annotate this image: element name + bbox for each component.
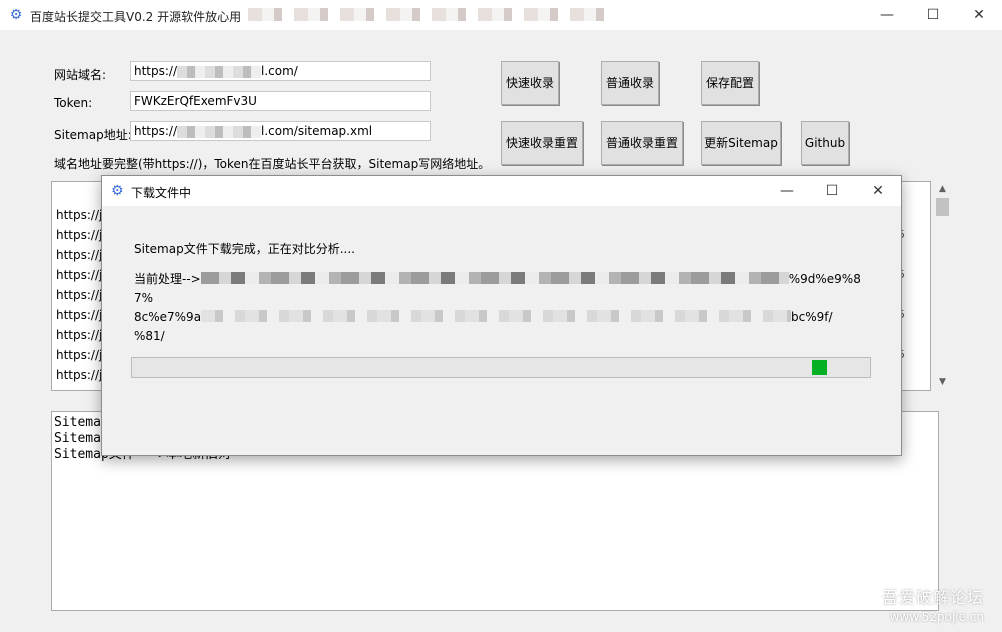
save-config-button[interactable]: 保存配置: [701, 61, 759, 105]
list-item[interactable]: https://j: [56, 268, 102, 282]
dialog-title: 下载文件中: [131, 186, 192, 200]
update-sitemap-button[interactable]: 更新Sitemap: [701, 121, 781, 165]
github-button[interactable]: Github: [801, 121, 849, 165]
close-button[interactable]: ✕: [956, 0, 1002, 30]
main-title-bar[interactable]: ⚙ 百度站长提交工具V0.2 开源软件放心用 — ☐ ✕: [0, 0, 1002, 30]
title-redacted: [248, 8, 608, 21]
minimize-button[interactable]: —: [864, 0, 910, 30]
token-label: Token:: [54, 96, 93, 110]
normal-reset-button[interactable]: 普通收录重置: [601, 121, 683, 165]
status-message: Sitemap文件下载完成，正在对比分析....: [134, 242, 355, 256]
watermark-line2: www.52pojie.cn: [889, 610, 985, 624]
watermark-line1: 吾爱破解论坛: [882, 588, 985, 607]
token-input[interactable]: FWKzErQfExemFv3U: [130, 91, 431, 111]
redacted-text: [177, 125, 262, 138]
gear-icon: ⚙: [111, 183, 124, 199]
list-item[interactable]: https://j: [56, 248, 102, 262]
domain-label: 网站域名:: [54, 68, 107, 82]
dialog-close-button[interactable]: ✕: [855, 176, 901, 206]
hint-text: 域名地址要完整(带https://)，Token在百度站长平台获取，Sitema…: [54, 157, 491, 171]
list-item[interactable]: https://j: [56, 328, 102, 342]
scroll-down-icon[interactable]: ▼: [934, 374, 951, 391]
dialog-maximize-button[interactable]: ☐: [809, 176, 855, 206]
url-list-scrollbar[interactable]: ▲ ▼: [934, 181, 951, 391]
dialog-title-bar[interactable]: ⚙ 下载文件中 — ☐ ✕: [102, 176, 901, 206]
redacted-text: [201, 310, 792, 322]
processing-seg3: bc%9f/: [791, 310, 833, 324]
redacted-text: [177, 65, 262, 78]
list-item[interactable]: https://j: [56, 228, 102, 242]
list-item[interactable]: https://j: [56, 348, 102, 362]
processing-text: 当前处理--> %9d%e9%87% 8c%e7%9a bc%9f/ %81/: [134, 270, 874, 346]
domain-value-end: l.com/: [261, 64, 298, 78]
scroll-thumb[interactable]: [936, 198, 949, 216]
list-item[interactable]: https://j: [56, 288, 102, 302]
progress-bar: [131, 357, 871, 378]
sitemap-label: Sitemap地址:: [54, 128, 132, 142]
processing-seg2: 8c%e7%9a: [134, 310, 202, 324]
domain-input[interactable]: https:// l.com/: [130, 61, 431, 81]
fast-submit-button[interactable]: 快速收录: [501, 61, 559, 105]
watermark: 吾爱破解论坛 www.52pojie.cn: [882, 584, 984, 624]
list-item[interactable]: https://j: [56, 308, 102, 322]
redacted-text: [200, 272, 789, 284]
scroll-up-icon[interactable]: ▲: [934, 181, 951, 198]
fast-reset-button[interactable]: 快速收录重置: [501, 121, 583, 165]
sitemap-input[interactable]: https:// l.com/sitemap.xml: [130, 121, 431, 141]
processing-prefix: 当前处理-->: [134, 272, 201, 286]
window-title: 百度站长提交工具V0.2 开源软件放心用: [30, 10, 242, 24]
gear-icon: ⚙: [9, 7, 23, 23]
list-item[interactable]: https://j: [56, 208, 102, 222]
processing-seg4: %81/: [134, 329, 165, 343]
download-dialog[interactable]: ⚙ 下载文件中 — ☐ ✕ Sitemap文件下载完成，正在对比分析.... 当…: [101, 175, 902, 456]
sitemap-value-start: https://: [134, 124, 178, 138]
sitemap-value-end: l.com/sitemap.xml: [261, 124, 373, 138]
normal-submit-button[interactable]: 普通收录: [601, 61, 659, 105]
maximize-button[interactable]: ☐: [910, 0, 956, 30]
dialog-minimize-button[interactable]: —: [764, 176, 810, 206]
domain-value-start: https://: [134, 64, 178, 78]
list-item[interactable]: https://j: [56, 368, 102, 382]
progress-fill: [812, 360, 827, 375]
